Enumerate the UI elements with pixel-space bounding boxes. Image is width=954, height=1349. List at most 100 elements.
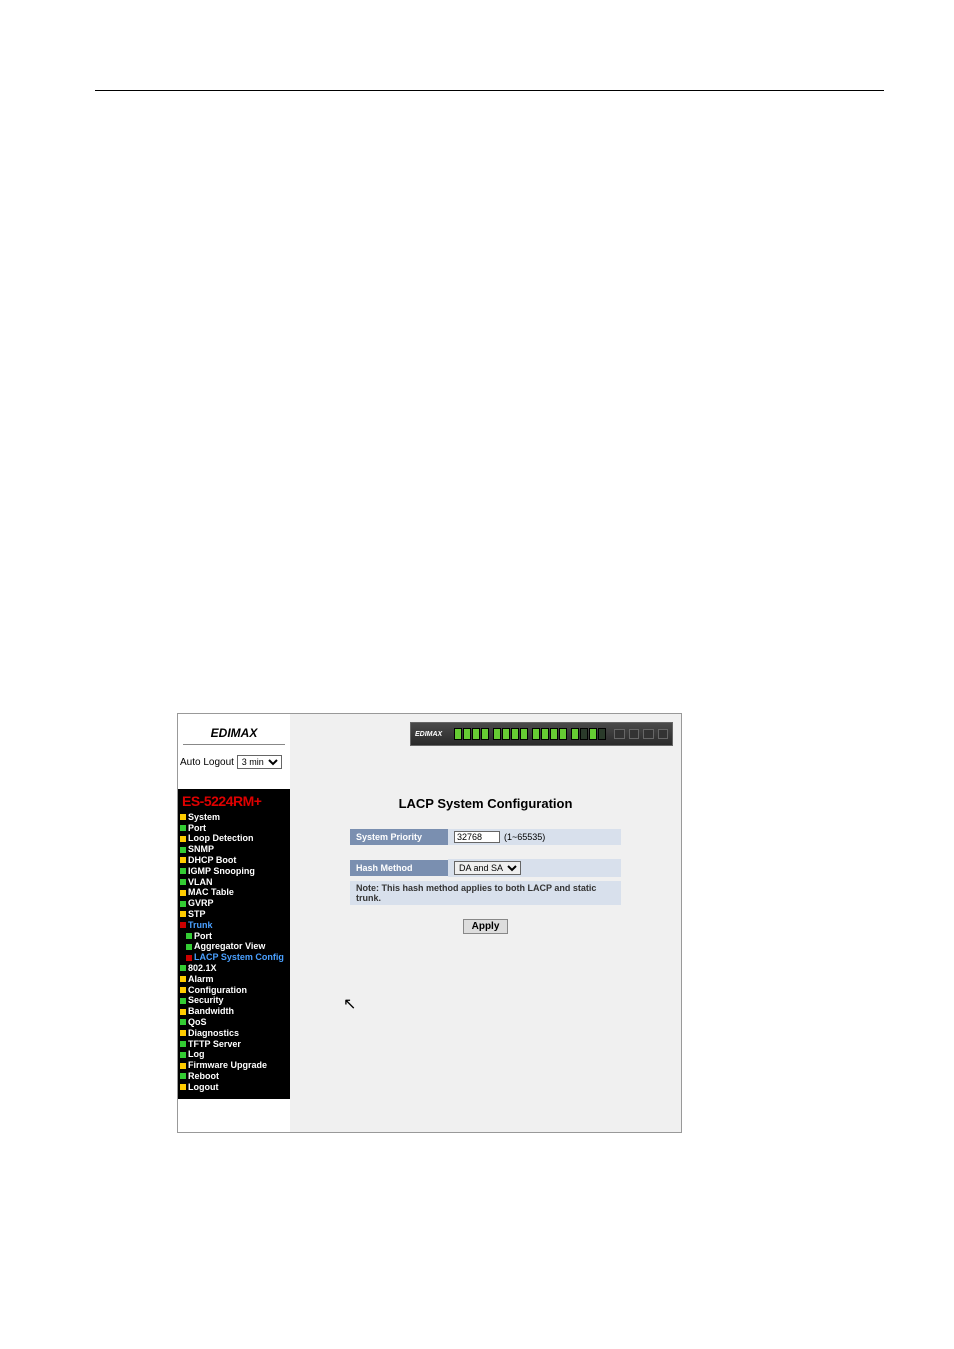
system-priority-row: System Priority (1~65535) [350,829,621,845]
nav-item-label: Loop Detection [188,833,254,844]
device-bar-logo: EDIMAX [415,731,442,738]
nav-item-label: IGMP Snooping [188,866,255,877]
nav-item-log[interactable]: Log [178,1049,290,1060]
nav-item-configuration[interactable]: Configuration [178,985,290,996]
nav-bullet-icon [180,901,186,907]
nav-item-label: QoS [188,1017,207,1028]
nav-bullet-icon [180,987,186,993]
nav-bullet-icon [180,1063,186,1069]
brand-logo: EDIMAX [178,714,290,751]
nav-item-label: Diagnostics [188,1028,239,1039]
nav-item-snmp[interactable]: SNMP [178,844,290,855]
nav-item-port[interactable]: Port [178,823,290,834]
nav-item-stp[interactable]: STP [178,909,290,920]
nav-item-tftp-server[interactable]: TFTP Server [178,1039,290,1050]
nav-item-vlan[interactable]: VLAN [178,877,290,888]
nav-item-label: Alarm [188,974,214,985]
system-priority-label: System Priority [350,829,448,845]
auto-logout-control: Auto Logout 3 min [178,751,290,789]
nav-bullet-icon [180,879,186,885]
hash-method-select[interactable]: DA and SA [454,861,521,875]
app-window: EDIMAX Auto Logout 3 min ES-5224RM+ Syst… [177,713,682,1133]
nav-item-dhcp-boot[interactable]: DHCP Boot [178,855,290,866]
nav-item-label: System [188,812,220,823]
nav-item-label: VLAN [188,877,213,888]
auto-logout-label: Auto Logout [180,757,234,768]
device-model: ES-5224RM+ [178,793,290,812]
nav-bullet-icon [180,1030,186,1036]
nav-item-reboot[interactable]: Reboot [178,1071,290,1082]
nav-item-gvrp[interactable]: GVRP [178,898,290,909]
nav-item-label: Security [188,995,224,1006]
nav-bullet-icon [180,976,186,982]
nav-item-label: Log [188,1049,205,1060]
nav-bullet-icon [180,922,186,928]
nav-bullet-icon [180,1009,186,1015]
nav-item-label: Port [194,931,212,942]
content-area: LACP System Configuration System Priorit… [290,746,681,954]
nav-item-label: Port [188,823,206,834]
auto-logout-select[interactable]: 3 min [237,755,282,769]
nav-item-logout[interactable]: Logout [178,1082,290,1093]
nav-bullet-icon [180,998,186,1004]
page-title: LACP System Configuration [310,796,661,811]
nav-item-802-1x[interactable]: 802.1X [178,963,290,974]
nav-item-label: Reboot [188,1071,219,1082]
nav-item-alarm[interactable]: Alarm [178,974,290,985]
hash-note: Note: This hash method applies to both L… [350,881,621,905]
nav-bullet-icon [180,847,186,853]
device-image: EDIMAX [410,722,673,746]
nav-bullet-icon [186,933,192,939]
nav-bullet-icon [180,965,186,971]
nav-item-trunk[interactable]: Trunk [178,920,290,931]
nav-item-label: 802.1X [188,963,217,974]
nav-bullet-icon [180,1084,186,1090]
nav-item-qos[interactable]: QoS [178,1017,290,1028]
nav-item-label: STP [188,909,206,920]
nav-item-label: Configuration [188,985,247,996]
nav-item-label: DHCP Boot [188,855,236,866]
nav-item-bandwidth[interactable]: Bandwidth [178,1006,290,1017]
nav-item-mac-table[interactable]: MAC Table [178,887,290,898]
nav-bullet-icon [180,890,186,896]
nav-bullet-icon [180,1019,186,1025]
nav-item-label: Logout [188,1082,219,1093]
nav-bullet-icon [186,955,192,961]
apply-button[interactable]: Apply [463,919,509,934]
nav-item-system[interactable]: System [178,812,290,823]
system-priority-hint: (1~65535) [504,832,545,842]
nav-bullet-icon [180,814,186,820]
nav-item-label: Trunk [188,920,213,931]
nav-menu: ES-5224RM+ SystemPortLoop DetectionSNMPD… [178,789,290,1099]
nav-bullet-icon [186,944,192,950]
nav-item-label: Firmware Upgrade [188,1060,267,1071]
nav-item-diagnostics[interactable]: Diagnostics [178,1028,290,1039]
nav-item-loop-detection[interactable]: Loop Detection [178,833,290,844]
nav-item-aggregator-view[interactable]: Aggregator View [178,941,290,952]
nav-bullet-icon [180,1052,186,1058]
brand-text: EDIMAX [211,726,258,740]
nav-item-igmp-snooping[interactable]: IGMP Snooping [178,866,290,877]
nav-item-label: SNMP [188,844,214,855]
nav-item-label: TFTP Server [188,1039,241,1050]
nav-bullet-icon [180,911,186,917]
nav-item-security[interactable]: Security [178,995,290,1006]
nav-item-label: MAC Table [188,887,234,898]
main-panel: EDIMAX LACP System Configuration [290,714,681,1132]
nav-item-label: Aggregator View [194,941,265,952]
nav-bullet-icon [180,868,186,874]
sidebar: EDIMAX Auto Logout 3 min ES-5224RM+ Syst… [178,714,290,1132]
nav-bullet-icon [180,857,186,863]
nav-bullet-icon [180,825,186,831]
hash-method-label: Hash Method [350,860,448,876]
nav-item-lacp-system-config[interactable]: LACP System Config [178,952,290,963]
nav-bullet-icon [180,836,186,842]
page-divider [95,90,884,91]
nav-item-firmware-upgrade[interactable]: Firmware Upgrade [178,1060,290,1071]
nav-item-port[interactable]: Port [178,931,290,942]
nav-item-label: LACP System Config [194,952,284,963]
nav-bullet-icon [180,1073,186,1079]
system-priority-input[interactable] [454,831,500,843]
nav-bullet-icon [180,1041,186,1047]
nav-item-label: GVRP [188,898,214,909]
